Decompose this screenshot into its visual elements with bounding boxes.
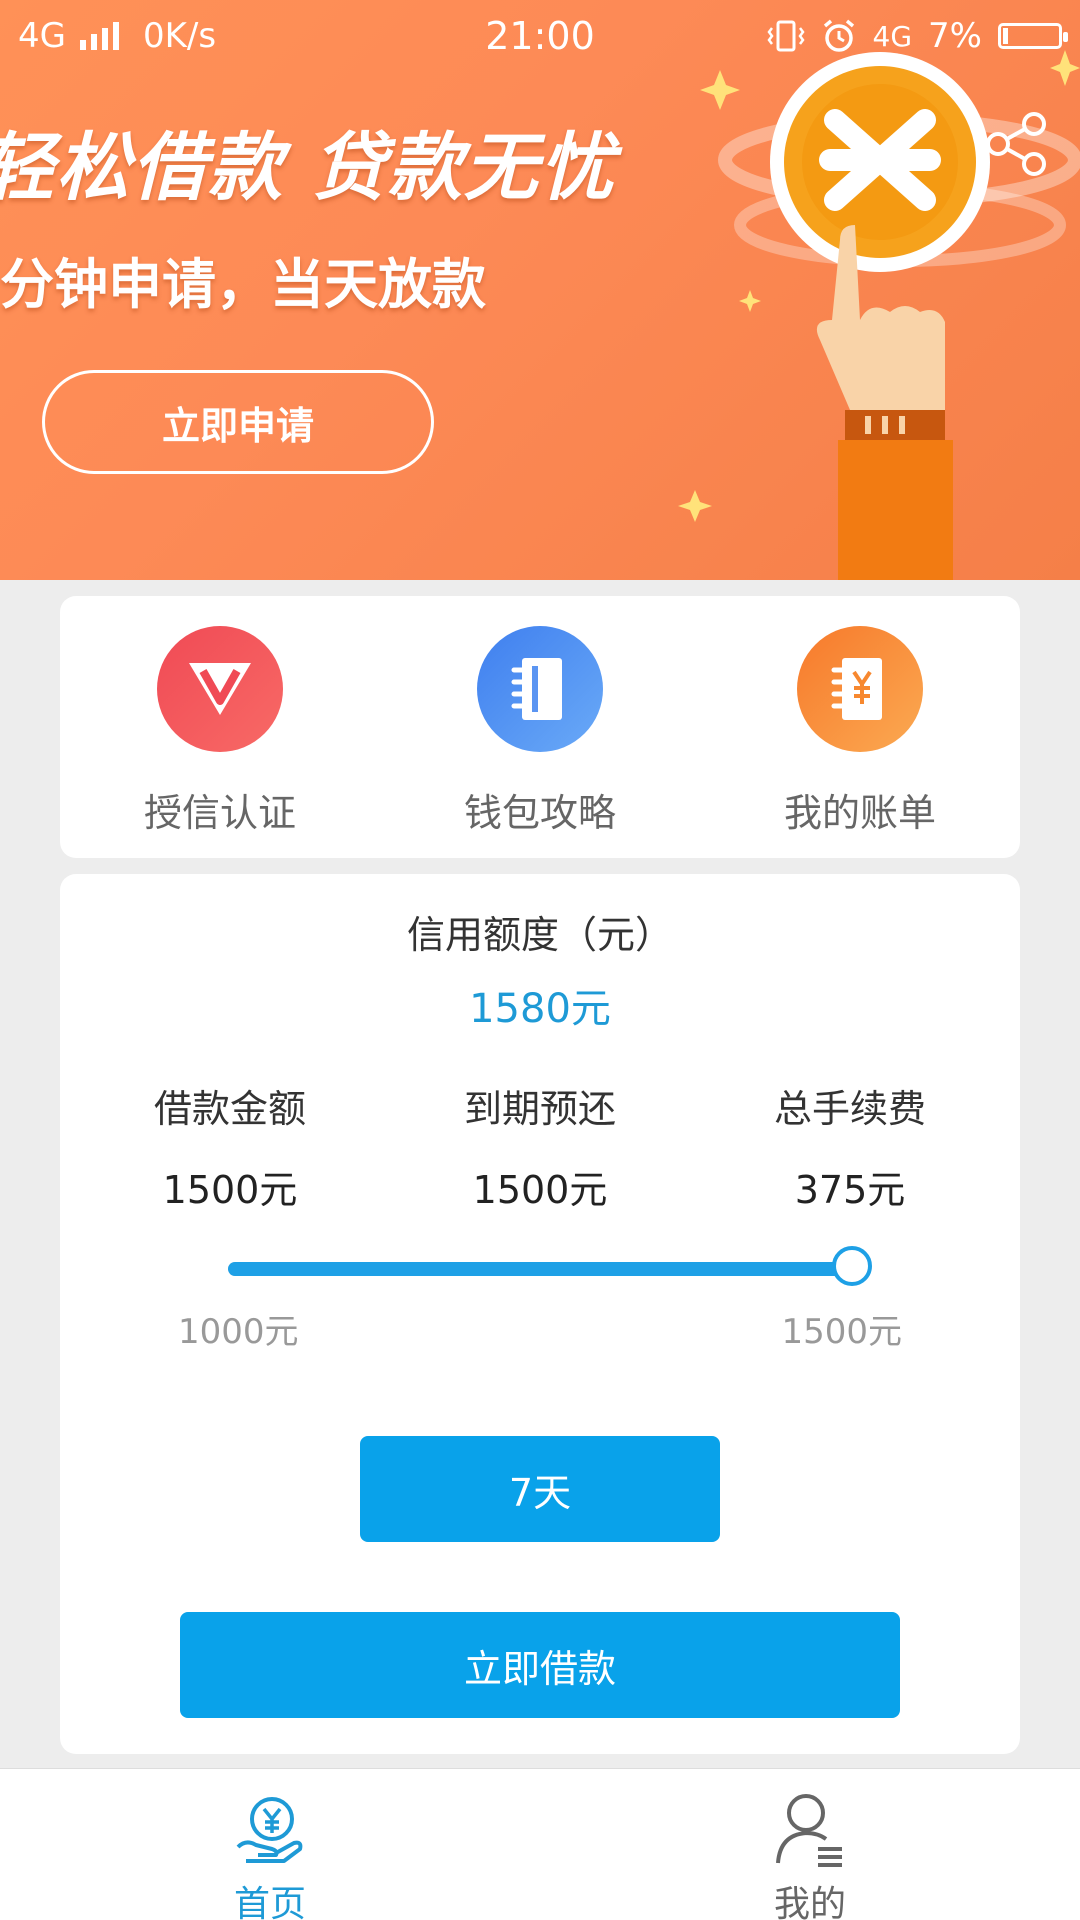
- quick-item-my-bills[interactable]: 我的账单: [740, 626, 980, 837]
- banner-subtitle: 分钟申请，当天放款: [0, 253, 486, 316]
- tab-home[interactable]: 首页: [0, 1769, 540, 1920]
- loan-amount-stat: 借款金额 1500元: [80, 1078, 380, 1214]
- stat-value: 1500元: [472, 1168, 608, 1212]
- yen-hand-icon: [236, 1797, 303, 1863]
- bill-yen-icon: [797, 626, 923, 752]
- app-screen: 4G 0K/s 21:00 4G 7% 轻松借款 贷款无忧 分钟申请，当天放款 …: [0, 0, 1080, 1920]
- stat-label: 总手续费: [773, 1087, 926, 1131]
- due-repay-stat: 到期预还 1500元: [390, 1078, 690, 1214]
- banner-title: 轻松借款 贷款无忧: [0, 125, 616, 211]
- quick-item-credit-auth[interactable]: 授信认证: [100, 626, 340, 837]
- quick-item-label: 我的账单: [783, 791, 936, 835]
- slider-thumb[interactable]: [832, 1246, 872, 1286]
- total-fee-stat: 总手续费 375元: [700, 1078, 1000, 1214]
- loan-period-button[interactable]: 7天: [360, 1436, 720, 1542]
- credit-limit-title: 信用额度（元）: [406, 913, 673, 957]
- loan-card: 信用额度（元） 1580元 借款金额 1500元 到期预还 1500元 总手续费…: [60, 874, 1020, 1754]
- borrow-now-button[interactable]: 立即借款: [180, 1612, 900, 1718]
- slider-max-label: 1500元: [781, 1312, 902, 1352]
- tab-mine[interactable]: 我的: [540, 1769, 1080, 1920]
- tab-label: 我的: [773, 1884, 846, 1920]
- share-icon[interactable]: [982, 110, 1050, 178]
- vibrate-icon: [766, 20, 805, 52]
- quick-item-label: 授信认证: [143, 791, 296, 835]
- battery-icon: [998, 23, 1068, 49]
- stat-value: 1500元: [162, 1168, 298, 1212]
- loan-amount-slider[interactable]: [228, 1246, 872, 1286]
- stat-value: 375元: [794, 1168, 906, 1212]
- credit-limit-value: 1580元: [469, 986, 611, 1032]
- network-type-right: 4G: [872, 19, 913, 53]
- notebook-icon: [477, 626, 603, 752]
- user-icon: [776, 1794, 842, 1867]
- quick-item-label: 钱包攻略: [463, 791, 616, 835]
- slider-min-label: 1000元: [178, 1312, 299, 1352]
- tab-label: 首页: [233, 1884, 306, 1920]
- stat-label: 到期预还: [463, 1087, 616, 1131]
- promo-banner[interactable]: 4G 0K/s 21:00 4G 7% 轻松借款 贷款无忧 分钟申请，当天放款 …: [0, 0, 1080, 580]
- stat-label: 借款金额: [153, 1087, 306, 1131]
- apply-now-button[interactable]: 立即申请: [42, 370, 434, 474]
- quick-menu-card: 授信认证 钱包攻略 我的账单: [60, 596, 1020, 858]
- alarm-icon: [823, 19, 854, 52]
- slider-fill: [228, 1262, 852, 1276]
- bottom-tab-bar: 首页 我的: [0, 1768, 1080, 1920]
- quick-item-wallet-guide[interactable]: 钱包攻略: [420, 626, 660, 837]
- diamond-v-icon: [157, 626, 283, 752]
